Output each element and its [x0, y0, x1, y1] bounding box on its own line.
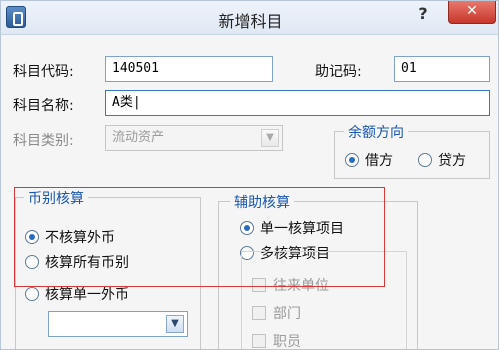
- checkbox-department[interactable]: 部门: [252, 303, 301, 323]
- radio-all-currencies[interactable]: 核算所有币别: [25, 252, 129, 272]
- radio-all-currencies-label: 核算所有币别: [45, 255, 129, 271]
- checkbox-department-box: [252, 306, 266, 320]
- foreign-currency-select[interactable]: ▼: [48, 311, 188, 337]
- radio-single-item[interactable]: 单一核算项目: [240, 218, 344, 238]
- radio-debit[interactable]: 借方: [345, 150, 393, 170]
- radio-no-foreign-currency-label: 不核算外币: [45, 230, 115, 246]
- checkbox-employee[interactable]: 职员: [252, 331, 301, 350]
- chevron-down-icon: ▼: [261, 129, 279, 147]
- account-name-label: 科目名称:: [13, 98, 74, 114]
- new-account-dialog: 新增科目 ? ✕ 科目代码: 140501 助记码: 01 科目名称: A类| …: [0, 0, 499, 350]
- mnemonic-label: 助记码:: [315, 64, 362, 80]
- checkbox-employee-box: [252, 334, 266, 348]
- checkbox-trading-partner[interactable]: 往来单位: [252, 275, 329, 295]
- chevron-down-icon: ▼: [166, 315, 184, 333]
- radio-debit-indicator: [345, 153, 359, 167]
- radio-single-foreign-currency-indicator: [25, 287, 39, 301]
- radio-single-item-label: 单一核算项目: [260, 221, 344, 237]
- balance-direction-title: 余额方向: [344, 122, 408, 142]
- checkbox-department-label: 部门: [273, 306, 301, 322]
- help-button[interactable]: ?: [411, 3, 435, 27]
- account-category-label: 科目类别:: [13, 133, 74, 149]
- account-code-input[interactable]: 140501: [105, 56, 273, 82]
- close-button[interactable]: ✕: [448, 1, 496, 24]
- checkbox-trading-partner-box: [252, 278, 266, 292]
- currency-accounting-title: 币别核算: [24, 188, 88, 208]
- radio-single-foreign-currency-label: 核算单一外币: [45, 287, 129, 303]
- radio-no-foreign-currency[interactable]: 不核算外币: [25, 227, 115, 247]
- account-code-label: 科目代码:: [13, 64, 74, 80]
- account-category-select[interactable]: 流动资产 ▼: [105, 125, 283, 151]
- checkbox-trading-partner-label: 往来单位: [273, 278, 329, 294]
- radio-no-foreign-currency-indicator: [25, 230, 39, 244]
- auxiliary-accounting-title: 辅助核算: [230, 192, 294, 212]
- title-bar: 新增科目 ? ✕: [1, 1, 498, 35]
- account-category-value: 流动资产: [112, 130, 165, 145]
- radio-single-item-indicator: [240, 221, 254, 235]
- mnemonic-input[interactable]: 01: [394, 56, 490, 82]
- radio-credit[interactable]: 贷方: [418, 150, 466, 170]
- checkbox-employee-label: 职员: [273, 334, 301, 350]
- radio-credit-label: 贷方: [438, 153, 466, 169]
- account-name-input[interactable]: A类|: [105, 90, 490, 116]
- radio-debit-label: 借方: [365, 153, 393, 169]
- radio-all-currencies-indicator: [25, 255, 39, 269]
- radio-credit-indicator: [418, 153, 432, 167]
- radio-single-foreign-currency[interactable]: 核算单一外币: [25, 284, 129, 304]
